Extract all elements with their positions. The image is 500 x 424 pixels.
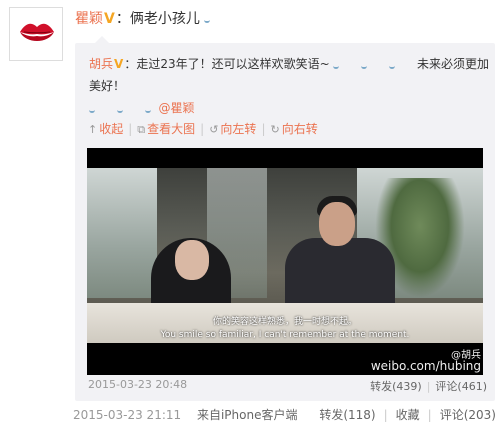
verified-badge-icon: V <box>114 57 124 71</box>
repost-text: 胡兵V：走过23年了！还可以这样欢歌笑语~ 未来必须更加美好！ @瞿颖 <box>89 53 489 119</box>
repost-button[interactable]: 转发(118) <box>319 408 375 422</box>
emoji-icon <box>116 105 127 113</box>
repost-text-part1: ：走过23年了！还可以这样欢歌笑语~ <box>124 57 330 71</box>
lips-avatar-icon <box>20 23 54 41</box>
rotate-left-icon: ↺ <box>209 123 219 136</box>
video-scene: 你的笑容这样熟悉，我一时想不起。 You smile so familiar, … <box>87 168 483 343</box>
post-footer: 2015-03-23 21:11 来自iPhone客户端 转发(118) | 收藏 |… <box>73 406 496 423</box>
post-header: 瞿颖V：俩老小孩儿 <box>75 10 500 28</box>
repost-card: 胡兵V：走过23年了！还可以这样欢歌笑语~ 未来必须更加美好！ @瞿颖 ↑ 收起 |… <box>75 36 495 401</box>
subtitle-en: You smile so familiar, I can't remember … <box>160 330 410 340</box>
comment-button[interactable]: 评论(203) <box>440 408 496 422</box>
post-username[interactable]: 瞿颖 <box>75 11 103 27</box>
video-frame[interactable]: 你的笑容这样熟悉，我一时想不起。 You smile so familiar, … <box>87 148 483 375</box>
subtitle-zh: 你的笑容这样熟悉，我一时想不起。 <box>212 317 357 327</box>
person-left-face <box>175 240 209 280</box>
rotate-left-label: 向左转 <box>220 122 257 136</box>
post-text: ：俩老小孩儿 <box>115 11 200 27</box>
rotate-right-icon: ↻ <box>270 123 280 136</box>
repost-stats: 转发(439) | 评论(461) <box>370 380 487 393</box>
view-large-button[interactable]: ⧉ 查看大图 <box>137 122 195 136</box>
view-large-icon: ⧉ <box>137 123 146 136</box>
view-large-label: 查看大图 <box>147 122 196 136</box>
emoji-icon <box>361 61 371 69</box>
collapse-button[interactable]: ↑ 收起 <box>88 122 123 136</box>
emoji-icon <box>389 61 399 69</box>
rotate-left-button[interactable]: ↺ 向左转 <box>209 122 256 136</box>
mention-link[interactable]: @瞿颖 <box>158 101 194 115</box>
post-stats: 转发(118) | 收藏 | 评论(203) <box>319 408 496 422</box>
collapse-icon: ↑ <box>88 123 98 136</box>
person-right-face <box>319 202 355 246</box>
emoji-icon <box>333 61 343 69</box>
post-timestamp[interactable]: 2015-03-23 21:11 <box>73 408 181 422</box>
emoji-icon <box>89 105 99 113</box>
rotate-right-button[interactable]: ↻ 向右转 <box>270 122 317 136</box>
media-actions: ↑ 收起 | ⧉ 查看大图 | ↺ 向左转 | ↻ 向右转 <box>88 122 318 136</box>
repost-author[interactable]: 胡兵 <box>89 57 113 71</box>
emoji-icon <box>204 15 214 23</box>
rotate-right-label: 向右转 <box>281 122 318 136</box>
emoji-icon <box>144 105 155 113</box>
repost-timestamp[interactable]: 2015-03-23 20:48 <box>88 378 187 391</box>
repost-comment-link[interactable]: 评论(461) <box>435 380 487 393</box>
favorite-button[interactable]: 收藏 <box>396 408 420 422</box>
post-source: 来自iPhone客户端 <box>196 408 298 422</box>
repost-repost-link[interactable]: 转发(439) <box>370 380 422 393</box>
collapse-label: 收起 <box>99 122 124 136</box>
watermark-url: weibo.com/hubing <box>370 359 481 373</box>
window <box>87 168 157 298</box>
verified-badge-icon: V <box>104 11 115 27</box>
avatar[interactable] <box>9 7 63 61</box>
